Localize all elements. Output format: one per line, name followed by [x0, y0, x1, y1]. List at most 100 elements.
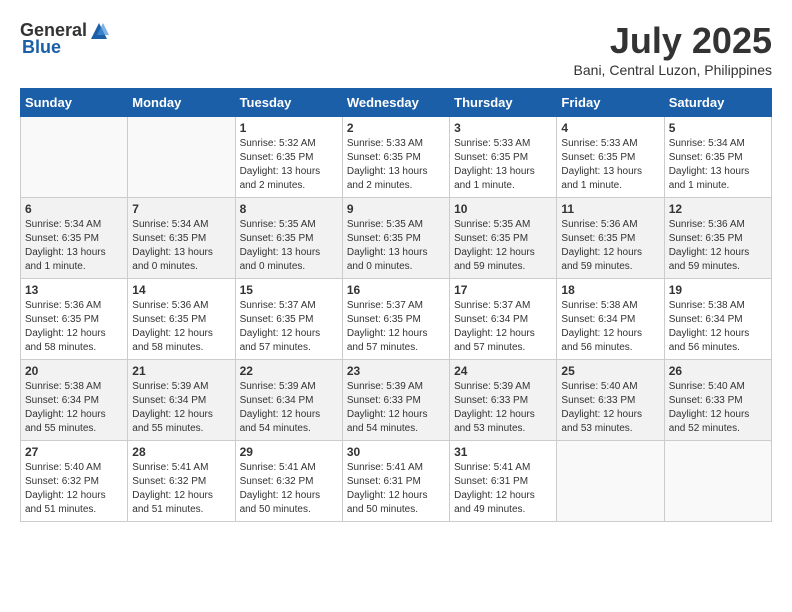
- day-number: 21: [132, 364, 230, 378]
- calendar-cell: 8Sunrise: 5:35 AM Sunset: 6:35 PM Daylig…: [235, 198, 342, 279]
- cell-info: Sunrise: 5:34 AM Sunset: 6:35 PM Dayligh…: [669, 137, 767, 193]
- calendar-cell: [128, 117, 235, 198]
- cell-info: Sunrise: 5:39 AM Sunset: 6:34 PM Dayligh…: [132, 380, 230, 436]
- day-number: 27: [25, 445, 123, 459]
- calendar-cell: 31Sunrise: 5:41 AM Sunset: 6:31 PM Dayli…: [450, 441, 557, 522]
- calendar-cell: 9 Sunrise: 5:35 AM Sunset: 6:35 PM Daylig…: [342, 198, 449, 279]
- day-number: 10: [454, 202, 552, 216]
- calendar-cell: 28Sunrise: 5:41 AM Sunset: 6:32 PM Dayli…: [128, 441, 235, 522]
- calendar-week-row: 1 Sunrise: 5:32 AM Sunset: 6:35 PM Daylig…: [21, 117, 772, 198]
- calendar-cell: 11 Sunrise: 5:36 AM Sunset: 6:35 PM Dayli…: [557, 198, 664, 279]
- day-number: 15: [240, 283, 338, 297]
- weekday-header: Saturday: [664, 89, 771, 117]
- weekday-header: Sunday: [21, 89, 128, 117]
- calendar-cell: 15 Sunrise: 5:37 AM Sunset: 6:35 PM Dayli…: [235, 279, 342, 360]
- cell-info: Sunrise: 5:35 AM Sunset: 6:35 PM Dayligh…: [454, 218, 552, 274]
- day-number: 31: [454, 445, 552, 459]
- cell-info: Sunrise: 5:33 AM Sunset: 6:35 PM Dayligh…: [561, 137, 659, 193]
- cell-info: Sunrise: 5:38 AM Sunset: 6:34 PM Dayligh…: [25, 380, 123, 436]
- day-number: 4: [561, 121, 659, 135]
- cell-info: Sunrise: 5:39 AM Sunset: 6:34 PM Dayligh…: [240, 380, 338, 436]
- cell-info: Sunrise: 5:40 AM Sunset: 6:33 PM Dayligh…: [561, 380, 659, 436]
- cell-info: Sunrise: 5:39 AM Sunset: 6:33 PM Dayligh…: [454, 380, 552, 436]
- cell-info: Sunrise: 5:34 AM Sunset: 6:35 PM Dayligh…: [132, 218, 230, 274]
- calendar-cell: 1 Sunrise: 5:32 AM Sunset: 6:35 PM Daylig…: [235, 117, 342, 198]
- day-number: 3: [454, 121, 552, 135]
- page-header: General Blue July 2025 Bani, Central Luz…: [20, 20, 772, 78]
- cell-info: Sunrise: 5:37 AM Sunset: 6:34 PM Dayligh…: [454, 299, 552, 355]
- day-number: 24: [454, 364, 552, 378]
- calendar-cell: 5 Sunrise: 5:34 AM Sunset: 6:35 PM Daylig…: [664, 117, 771, 198]
- calendar-cell: 27 Sunrise: 5:40 AM Sunset: 6:32 PM Dayli…: [21, 441, 128, 522]
- day-number: 18: [561, 283, 659, 297]
- logo-icon: [89, 21, 109, 41]
- calendar-cell: [557, 441, 664, 522]
- calendar-cell: 2Sunrise: 5:33 AM Sunset: 6:35 PM Daylig…: [342, 117, 449, 198]
- calendar-cell: 18 Sunrise: 5:38 AM Sunset: 6:34 PM Dayli…: [557, 279, 664, 360]
- cell-info: Sunrise: 5:37 AM Sunset: 6:35 PM Dayligh…: [347, 299, 445, 355]
- cell-info: Sunrise: 5:36 AM Sunset: 6:35 PM Dayligh…: [561, 218, 659, 274]
- day-number: 11: [561, 202, 659, 216]
- cell-info: Sunrise: 5:40 AM Sunset: 6:32 PM Dayligh…: [25, 461, 123, 517]
- logo: General Blue: [20, 20, 111, 58]
- calendar-cell: 22Sunrise: 5:39 AM Sunset: 6:34 PM Dayli…: [235, 360, 342, 441]
- cell-info: Sunrise: 5:36 AM Sunset: 6:35 PM Dayligh…: [25, 299, 123, 355]
- calendar-cell: 23 Sunrise: 5:39 AM Sunset: 6:33 PM Dayli…: [342, 360, 449, 441]
- calendar-cell: 24 Sunrise: 5:39 AM Sunset: 6:33 PM Dayli…: [450, 360, 557, 441]
- cell-info: Sunrise: 5:41 AM Sunset: 6:32 PM Dayligh…: [240, 461, 338, 517]
- day-number: 9: [347, 202, 445, 216]
- cell-info: Sunrise: 5:32 AM Sunset: 6:35 PM Dayligh…: [240, 137, 338, 193]
- day-number: 17: [454, 283, 552, 297]
- day-number: 23: [347, 364, 445, 378]
- calendar-cell: [664, 441, 771, 522]
- calendar-cell: 25 Sunrise: 5:40 AM Sunset: 6:33 PM Dayli…: [557, 360, 664, 441]
- day-number: 25: [561, 364, 659, 378]
- calendar-cell: 29 Sunrise: 5:41 AM Sunset: 6:32 PM Dayli…: [235, 441, 342, 522]
- calendar-cell: [21, 117, 128, 198]
- day-number: 6: [25, 202, 123, 216]
- calendar-week-row: 20 Sunrise: 5:38 AM Sunset: 6:34 PM Dayli…: [21, 360, 772, 441]
- calendar-cell: 30 Sunrise: 5:41 AM Sunset: 6:31 PM Dayli…: [342, 441, 449, 522]
- cell-info: Sunrise: 5:40 AM Sunset: 6:33 PM Dayligh…: [669, 380, 767, 436]
- cell-info: Sunrise: 5:41 AM Sunset: 6:31 PM Dayligh…: [347, 461, 445, 517]
- calendar-week-row: 6 Sunrise: 5:34 AM Sunset: 6:35 PM Daylig…: [21, 198, 772, 279]
- weekday-header: Wednesday: [342, 89, 449, 117]
- day-number: 26: [669, 364, 767, 378]
- weekday-header: Friday: [557, 89, 664, 117]
- cell-info: Sunrise: 5:36 AM Sunset: 6:35 PM Dayligh…: [669, 218, 767, 274]
- cell-info: Sunrise: 5:37 AM Sunset: 6:35 PM Dayligh…: [240, 299, 338, 355]
- cell-info: Sunrise: 5:33 AM Sunset: 6:35 PM Dayligh…: [347, 137, 445, 193]
- day-number: 20: [25, 364, 123, 378]
- weekday-header: Thursday: [450, 89, 557, 117]
- calendar-week-row: 27 Sunrise: 5:40 AM Sunset: 6:32 PM Dayli…: [21, 441, 772, 522]
- cell-info: Sunrise: 5:38 AM Sunset: 6:34 PM Dayligh…: [561, 299, 659, 355]
- calendar-cell: 4 Sunrise: 5:33 AM Sunset: 6:35 PM Daylig…: [557, 117, 664, 198]
- calendar-cell: 3Sunrise: 5:33 AM Sunset: 6:35 PM Daylig…: [450, 117, 557, 198]
- weekday-header: Monday: [128, 89, 235, 117]
- calendar-cell: 6 Sunrise: 5:34 AM Sunset: 6:35 PM Daylig…: [21, 198, 128, 279]
- day-number: 19: [669, 283, 767, 297]
- calendar-cell: 26 Sunrise: 5:40 AM Sunset: 6:33 PM Dayli…: [664, 360, 771, 441]
- calendar-cell: 21 Sunrise: 5:39 AM Sunset: 6:34 PM Dayli…: [128, 360, 235, 441]
- day-number: 7: [132, 202, 230, 216]
- cell-info: Sunrise: 5:34 AM Sunset: 6:35 PM Dayligh…: [25, 218, 123, 274]
- calendar-header-row: SundayMondayTuesdayWednesdayThursdayFrid…: [21, 89, 772, 117]
- calendar-cell: 17 Sunrise: 5:37 AM Sunset: 6:34 PM Dayli…: [450, 279, 557, 360]
- calendar-cell: 19Sunrise: 5:38 AM Sunset: 6:34 PM Dayli…: [664, 279, 771, 360]
- weekday-header: Tuesday: [235, 89, 342, 117]
- day-number: 16: [347, 283, 445, 297]
- calendar-cell: 20 Sunrise: 5:38 AM Sunset: 6:34 PM Dayli…: [21, 360, 128, 441]
- cell-info: Sunrise: 5:39 AM Sunset: 6:33 PM Dayligh…: [347, 380, 445, 436]
- logo-blue-text: Blue: [20, 37, 61, 58]
- day-number: 14: [132, 283, 230, 297]
- cell-info: Sunrise: 5:36 AM Sunset: 6:35 PM Dayligh…: [132, 299, 230, 355]
- month-title: July 2025: [574, 20, 772, 62]
- day-number: 30: [347, 445, 445, 459]
- day-number: 1: [240, 121, 338, 135]
- calendar-cell: 10 Sunrise: 5:35 AM Sunset: 6:35 PM Dayli…: [450, 198, 557, 279]
- cell-info: Sunrise: 5:35 AM Sunset: 6:35 PM Dayligh…: [347, 218, 445, 274]
- calendar-cell: 12Sunrise: 5:36 AM Sunset: 6:35 PM Dayli…: [664, 198, 771, 279]
- day-number: 5: [669, 121, 767, 135]
- calendar-table: SundayMondayTuesdayWednesdayThursdayFrid…: [20, 88, 772, 522]
- day-number: 29: [240, 445, 338, 459]
